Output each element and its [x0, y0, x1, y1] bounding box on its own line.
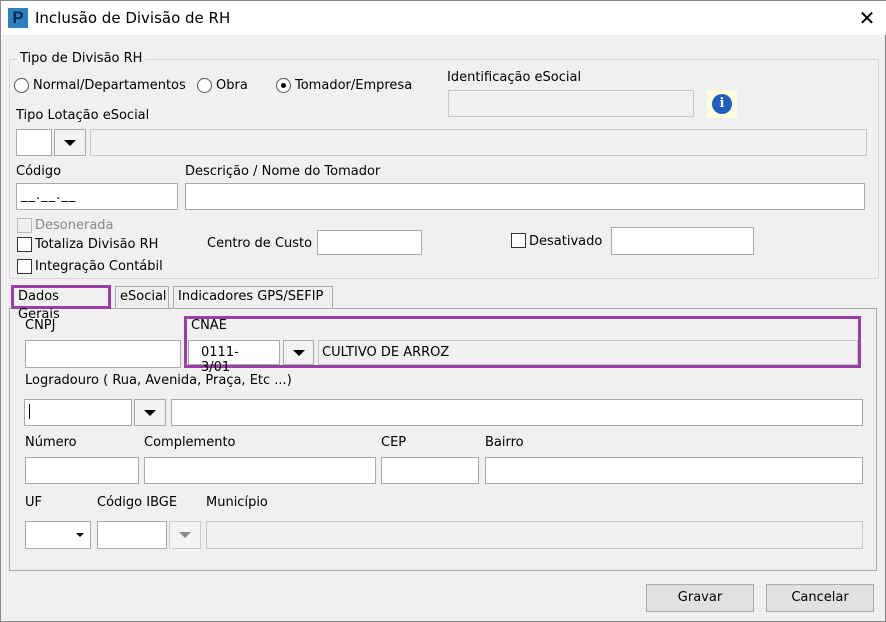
tipo-lotacao-label: Tipo Lotação eSocial — [16, 108, 150, 123]
codigo-label: Código — [16, 164, 62, 179]
totaliza-label: Totaliza Divisão RH — [35, 237, 159, 252]
tab-esocial[interactable]: eSocial — [115, 286, 169, 308]
desonerada-label: Desonerada — [35, 218, 114, 233]
integracao-checkbox[interactable] — [17, 259, 32, 274]
integracao-label: Integração Contábil — [35, 259, 163, 274]
cnae-label: CNAE — [191, 318, 227, 333]
uf-label: UF — [25, 495, 42, 510]
chevron-down-icon — [76, 533, 84, 537]
desativado-checkbox[interactable] — [511, 233, 526, 248]
gravar-button[interactable]: Gravar — [646, 584, 754, 612]
info-icon: i — [712, 94, 732, 114]
municipio-input — [206, 521, 863, 549]
cnpj-input[interactable] — [25, 340, 181, 368]
close-icon[interactable]: ✕ — [853, 5, 881, 31]
group-legend: Tipo de Divisão RH — [17, 51, 146, 66]
cnae-code-input[interactable]: 0111-3/01 — [188, 340, 280, 375]
app-logo-icon: P — [8, 8, 28, 28]
cnae-dropdown-button[interactable] — [283, 340, 314, 365]
bairro-label: Bairro — [485, 435, 524, 450]
descricao-label: Descrição / Nome do Tomador — [185, 164, 381, 179]
chevron-down-icon — [64, 139, 76, 146]
complemento-input[interactable] — [144, 457, 376, 484]
radio-normal-label: Normal/Departamentos — [33, 78, 186, 93]
radio-tomador[interactable] — [276, 78, 291, 93]
logradouro-label: Logradouro ( Rua, Avenida, Praça, Etc ..… — [25, 373, 292, 388]
info-button[interactable]: i — [707, 90, 737, 118]
codigo-input[interactable]: __.__.__ — [16, 183, 178, 210]
codigo-ibge-dropdown-button — [169, 521, 201, 549]
identificacao-label: Identificação eSocial — [447, 70, 582, 85]
codigo-ibge-label: Código IBGE — [97, 495, 178, 510]
radio-obra-label: Obra — [216, 78, 248, 93]
radio-tomador-label: Tomador/Empresa — [295, 78, 413, 93]
municipio-label: Município — [206, 495, 268, 510]
text-cursor — [29, 404, 30, 419]
uf-select[interactable] — [25, 521, 91, 549]
logradouro-type-input[interactable] — [24, 399, 132, 426]
desativado-input[interactable] — [611, 227, 754, 255]
bairro-input[interactable] — [485, 457, 863, 484]
codigo-ibge-input[interactable] — [97, 521, 167, 549]
numero-input[interactable] — [25, 457, 139, 484]
chevron-down-icon — [179, 532, 191, 538]
desonerada-checkbox — [17, 218, 32, 233]
totaliza-checkbox[interactable] — [17, 237, 32, 252]
cancelar-button[interactable]: Cancelar — [766, 584, 874, 612]
radio-obra[interactable] — [197, 78, 212, 93]
logradouro-input[interactable] — [171, 399, 863, 426]
tipo-lotacao-desc — [90, 129, 867, 156]
chevron-down-icon — [292, 349, 305, 356]
centro-custo-input[interactable] — [317, 230, 422, 255]
chevron-down-icon — [144, 409, 156, 416]
window-title: Inclusão de Divisão de RH — [35, 9, 231, 27]
cep-input[interactable] — [381, 457, 479, 484]
radio-normal[interactable] — [14, 78, 29, 93]
descricao-input[interactable] — [185, 183, 865, 210]
cnae-desc: CULTIVO DE ARROZ — [318, 340, 858, 365]
cep-label: CEP — [381, 435, 407, 450]
tipo-lotacao-dropdown-button[interactable] — [54, 129, 86, 156]
tab-indicadores[interactable]: Indicadores GPS/SEFIP — [173, 286, 333, 308]
logradouro-dropdown-button[interactable] — [134, 399, 166, 426]
tab-dados-gerais[interactable]: Dados Gerais — [11, 285, 111, 322]
tipo-lotacao-code-input[interactable] — [16, 129, 52, 156]
cnpj-label: CNPJ — [25, 318, 56, 333]
centro-custo-label: Centro de Custo — [207, 236, 313, 251]
numero-label: Número — [25, 435, 77, 450]
desativado-label: Desativado — [529, 234, 603, 249]
complemento-label: Complemento — [144, 435, 236, 450]
identificacao-input — [448, 90, 694, 117]
